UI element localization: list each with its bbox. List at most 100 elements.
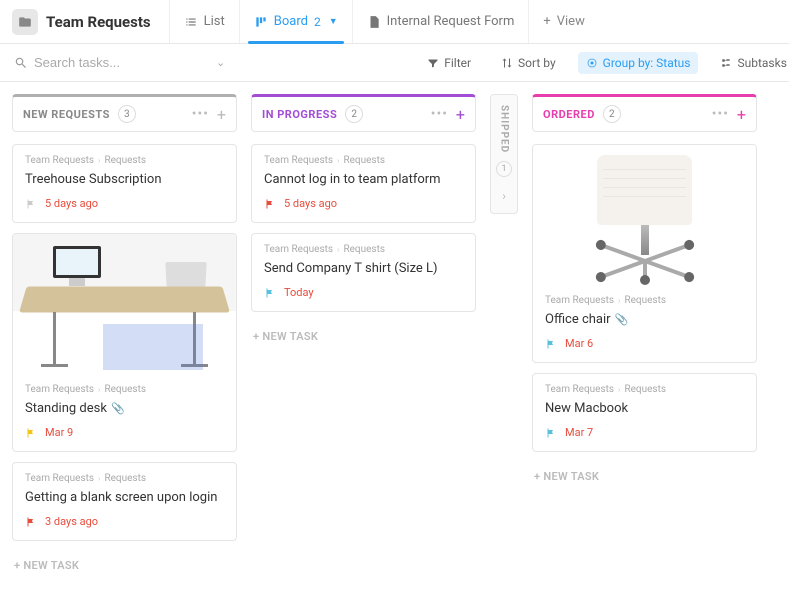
flag-icon	[545, 427, 557, 439]
column-shipped[interactable]: SHIPPED 1 ›	[490, 94, 518, 601]
task-card[interactable]: Team Requests›Requests Standing desk 📎 M…	[12, 233, 237, 452]
subtasks-label: Subtasks	[737, 56, 786, 70]
card-image	[533, 145, 756, 285]
attachment-icon: 📎	[111, 402, 125, 415]
filter-button[interactable]: Filter	[419, 52, 479, 74]
breadcrumb: Team Requests›Requests	[25, 155, 224, 166]
column-title: IN PROGRESS	[262, 108, 337, 121]
column-title: NEW REQUESTS	[23, 108, 110, 121]
group-button[interactable]: Group by: Status	[578, 52, 699, 74]
new-task-button[interactable]: + NEW TASK	[532, 462, 757, 491]
task-card[interactable]: Team Requests›Requests Treehouse Subscri…	[12, 144, 237, 223]
flag-icon	[25, 198, 37, 210]
chevron-down-icon: ▼	[329, 16, 338, 27]
group-label: Group by: Status	[603, 56, 691, 70]
add-view-label: View	[557, 14, 585, 29]
card-date: Mar 7	[565, 426, 593, 439]
search-icon	[14, 56, 28, 70]
tab-form-label: Internal Request Form	[387, 14, 515, 29]
column-count: 1	[496, 161, 512, 177]
breadcrumb: Team Requests›Requests	[545, 295, 744, 306]
sort-icon	[501, 57, 513, 69]
card-date: Mar 6	[565, 337, 593, 350]
card-title: Treehouse Subscription	[25, 172, 224, 187]
breadcrumb: Team Requests›Requests	[25, 473, 224, 484]
column-title: ORDERED	[543, 108, 595, 121]
flag-icon	[545, 338, 557, 350]
tab-board-count: 2	[314, 15, 321, 29]
more-icon[interactable]: •••	[192, 106, 209, 122]
sort-label: Sort by	[518, 56, 556, 70]
attachment-icon: 📎	[615, 313, 629, 326]
search-chevron-icon[interactable]: ⌄	[216, 56, 225, 69]
column-header[interactable]: ORDERED 2 ••• +	[532, 94, 757, 132]
toolbar: ⌄ Filter Sort by Group by: Status Subtas…	[0, 44, 789, 82]
plus-icon[interactable]: +	[217, 105, 226, 124]
column-count: 2	[345, 105, 363, 123]
tab-form[interactable]: Internal Request Form	[352, 0, 529, 43]
more-icon[interactable]: •••	[712, 106, 729, 122]
subtasks-icon	[720, 57, 732, 69]
task-card[interactable]: Team Requests›Requests Office chair 📎 Ma…	[532, 144, 757, 363]
add-view-button[interactable]: + View	[528, 0, 599, 43]
breadcrumb: Team Requests›Requests	[264, 244, 463, 255]
folder-icon	[12, 9, 38, 35]
subtasks-button[interactable]: Subtasks	[712, 52, 789, 74]
page-title: Team Requests	[46, 13, 151, 31]
flag-icon	[264, 287, 276, 299]
column-actions: ••• +	[712, 105, 746, 124]
chevron-right-icon[interactable]: ›	[502, 189, 506, 203]
column-ordered: ORDERED 2 ••• +	[532, 94, 757, 601]
plus-icon[interactable]: +	[456, 105, 465, 124]
card-image	[13, 234, 236, 374]
task-card[interactable]: Team Requests›Requests Cannot log in to …	[251, 144, 476, 223]
card-title: Office chair 📎	[545, 312, 744, 327]
form-icon	[367, 15, 381, 29]
breadcrumb: Team Requests›Requests	[264, 155, 463, 166]
column-actions: ••• +	[192, 105, 226, 124]
tab-board[interactable]: Board 2 ▼	[239, 0, 352, 43]
filter-icon	[427, 57, 439, 69]
filter-label: Filter	[444, 56, 471, 70]
plus-icon: +	[543, 14, 550, 29]
more-icon[interactable]: •••	[431, 106, 448, 122]
flag-icon	[264, 198, 276, 210]
column-title: SHIPPED	[499, 105, 510, 153]
card-title: Cannot log in to team platform	[264, 172, 463, 187]
column-header[interactable]: NEW REQUESTS 3 ••• +	[12, 94, 237, 132]
tab-list[interactable]: List	[169, 0, 239, 43]
column-count: 2	[603, 105, 621, 123]
tab-board-label: Board	[274, 14, 308, 29]
view-tabs: List Board 2 ▼ Internal Request Form + V…	[169, 0, 599, 43]
new-task-button[interactable]: + NEW TASK	[251, 322, 476, 351]
card-date: 5 days ago	[284, 197, 337, 210]
new-task-button[interactable]: + NEW TASK	[12, 551, 237, 580]
tab-list-label: List	[204, 14, 225, 29]
board-icon	[254, 15, 268, 29]
task-card[interactable]: Team Requests›Requests New Macbook Mar 7	[532, 373, 757, 452]
card-title: Getting a blank screen upon login	[25, 490, 224, 505]
column-count: 3	[118, 105, 136, 123]
plus-icon[interactable]: +	[737, 105, 746, 124]
column-actions: ••• +	[431, 105, 465, 124]
header-bar: Team Requests List Board 2 ▼ Internal Re…	[0, 0, 789, 44]
search-input[interactable]	[34, 55, 210, 70]
task-card[interactable]: Team Requests›Requests Getting a blank s…	[12, 462, 237, 541]
task-card[interactable]: Team Requests›Requests Send Company T sh…	[251, 233, 476, 312]
card-date: Today	[284, 286, 314, 299]
list-icon	[184, 15, 198, 29]
kanban-board: NEW REQUESTS 3 ••• + Team Requests›Reque…	[0, 82, 789, 613]
breadcrumb: Team Requests›Requests	[25, 384, 224, 395]
card-date: Mar 9	[45, 426, 73, 439]
group-icon	[586, 57, 598, 69]
column-in-progress: IN PROGRESS 2 ••• + Team Requests›Reques…	[251, 94, 476, 601]
flag-icon	[25, 427, 37, 439]
card-title: Standing desk 📎	[25, 401, 224, 416]
sort-button[interactable]: Sort by	[493, 52, 564, 74]
card-title: Send Company T shirt (Size L)	[264, 261, 463, 276]
search-wrap: ⌄	[14, 55, 405, 70]
flag-icon	[25, 516, 37, 528]
column-new-requests: NEW REQUESTS 3 ••• + Team Requests›Reque…	[12, 94, 237, 601]
column-header[interactable]: IN PROGRESS 2 ••• +	[251, 94, 476, 132]
card-title: New Macbook	[545, 401, 744, 416]
